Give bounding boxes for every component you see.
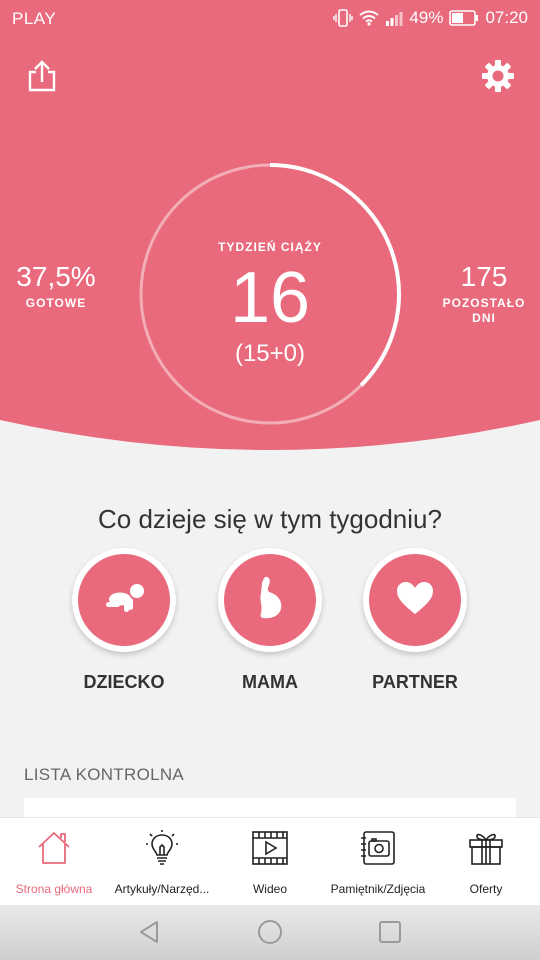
nav-home-button[interactable] bbox=[257, 919, 283, 950]
category-mom-button[interactable] bbox=[218, 548, 322, 652]
tab-diary-label: Pamiętnik/Zdjęcia bbox=[330, 882, 426, 896]
category-mom[interactable]: MAMA bbox=[210, 548, 330, 693]
gear-icon bbox=[481, 59, 515, 98]
home-icon bbox=[36, 830, 72, 871]
share-icon bbox=[27, 59, 57, 97]
category-partner-label: PARTNER bbox=[372, 672, 458, 692]
remaining-value: 175 bbox=[460, 261, 508, 292]
bottom-tab-bar: Strona główna Artykuły/Narzęd... Wideo P… bbox=[0, 817, 540, 905]
tab-articles[interactable]: Artykuły/Narzęd... bbox=[108, 818, 216, 905]
tab-offers-label: Oferty bbox=[469, 882, 503, 896]
nav-back-button[interactable] bbox=[136, 920, 162, 949]
status-bar: PLAY 49% 07:20 bbox=[0, 0, 540, 36]
category-mom-label: MAMA bbox=[242, 672, 298, 692]
remaining-label-line1: POZOSTAŁO bbox=[442, 296, 526, 310]
baby-crawling-icon bbox=[100, 582, 148, 619]
share-button[interactable] bbox=[22, 58, 62, 98]
video-icon bbox=[251, 830, 289, 871]
tab-diary[interactable]: Pamiętnik/Zdjęcia bbox=[324, 818, 432, 905]
tab-home[interactable]: Strona główna bbox=[0, 818, 108, 905]
tab-offers[interactable]: Oferty bbox=[432, 818, 540, 905]
home-circle-icon bbox=[257, 919, 283, 950]
vibrate-icon bbox=[333, 9, 354, 27]
gift-icon bbox=[468, 830, 504, 871]
heart-icon bbox=[396, 581, 434, 620]
signal-icon bbox=[385, 10, 403, 26]
battery-icon bbox=[449, 10, 479, 26]
camera-icon bbox=[359, 830, 397, 871]
recents-square-icon bbox=[378, 920, 402, 949]
category-partner-button[interactable] bbox=[363, 548, 467, 652]
category-baby[interactable]: DZIECKO bbox=[64, 548, 184, 693]
system-nav-bar bbox=[0, 905, 540, 960]
carrier-name: PLAY bbox=[12, 9, 57, 28]
tab-video[interactable]: Wideo bbox=[216, 818, 324, 905]
lightbulb-icon bbox=[144, 829, 180, 872]
tab-video-label: Wideo bbox=[252, 882, 287, 896]
pregnant-belly-icon bbox=[255, 575, 285, 626]
back-triangle-icon bbox=[138, 920, 160, 949]
week-label: TYDZIEŃ CIĄŻY bbox=[218, 240, 322, 254]
section-question: Co dzieje się w tym tygodniu? bbox=[98, 504, 442, 534]
tab-home-label: Strona główna bbox=[15, 882, 93, 896]
completed-stat: 37,5% GOTOWE bbox=[1, 262, 111, 311]
tab-articles-label: Artykuły/Narzęd... bbox=[114, 882, 210, 896]
week-info: TYDZIEŃ CIĄŻY 16 (15+0) bbox=[138, 162, 402, 426]
remaining-label-line2: DNI bbox=[472, 311, 496, 325]
checklist-title: LISTA KONTROLNA bbox=[24, 765, 185, 784]
remaining-stat: 175 POZOSTAŁO DNI bbox=[429, 262, 539, 326]
clock: 07:20 bbox=[485, 8, 528, 27]
wifi-icon bbox=[359, 10, 380, 26]
settings-button[interactable] bbox=[478, 58, 518, 98]
nav-recents-button[interactable] bbox=[377, 920, 403, 949]
category-baby-label: DZIECKO bbox=[83, 672, 165, 692]
completed-label: GOTOWE bbox=[25, 296, 87, 310]
category-partner[interactable]: PARTNER bbox=[355, 548, 475, 693]
battery-percent: 49% bbox=[409, 8, 444, 27]
week-detail: (15+0) bbox=[234, 340, 306, 367]
category-baby-button[interactable] bbox=[72, 548, 176, 652]
week-number: 16 bbox=[229, 258, 311, 338]
completed-value: 37,5% bbox=[16, 261, 96, 292]
